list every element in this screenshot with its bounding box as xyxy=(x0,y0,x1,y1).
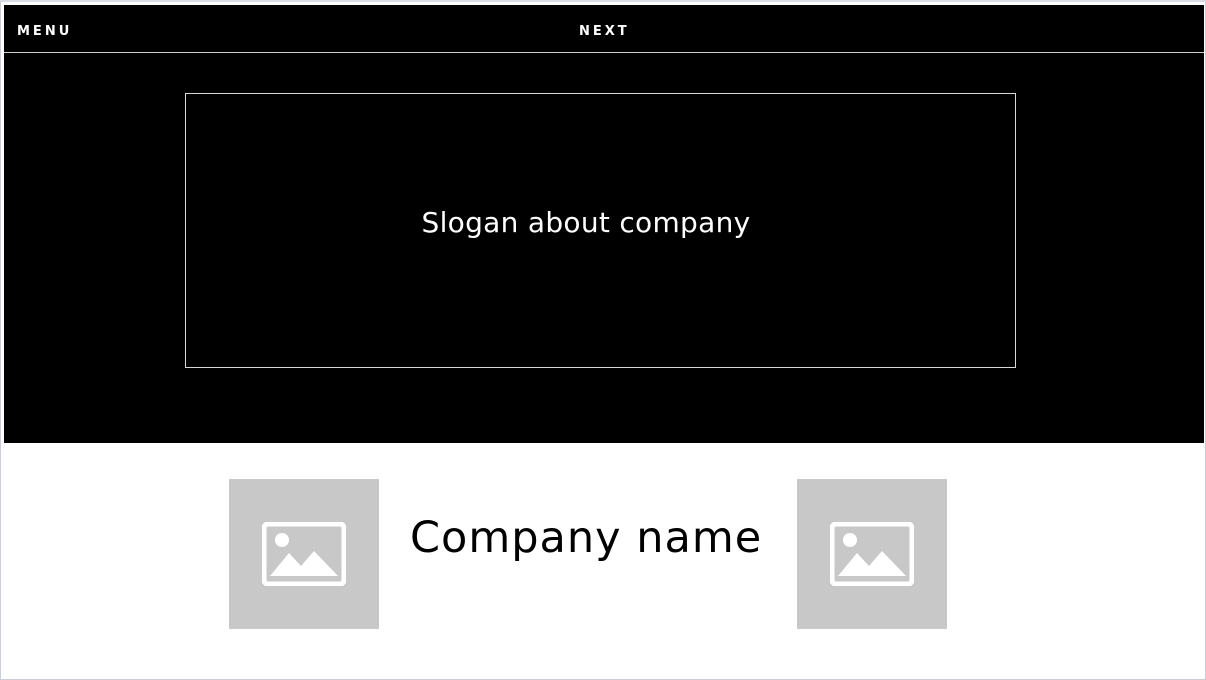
right-image-placeholder xyxy=(797,479,947,629)
image-placeholder-icon xyxy=(830,522,914,586)
slogan-text: Slogan about company xyxy=(421,206,751,239)
top-navigation: MENU NEXT xyxy=(4,5,1204,53)
menu-link[interactable]: MENU xyxy=(17,24,72,39)
company-brand-row: Company name xyxy=(4,443,1204,679)
hero-section: MENU NEXT Slogan about company xyxy=(4,5,1204,443)
image-placeholder-icon xyxy=(262,522,346,586)
page-frame: MENU NEXT Slogan about company Company n… xyxy=(0,0,1206,680)
next-link[interactable]: NEXT xyxy=(579,24,630,39)
company-name: Company name xyxy=(410,513,763,563)
left-image-placeholder xyxy=(229,479,379,629)
slogan-box: Slogan about company xyxy=(185,93,1016,368)
